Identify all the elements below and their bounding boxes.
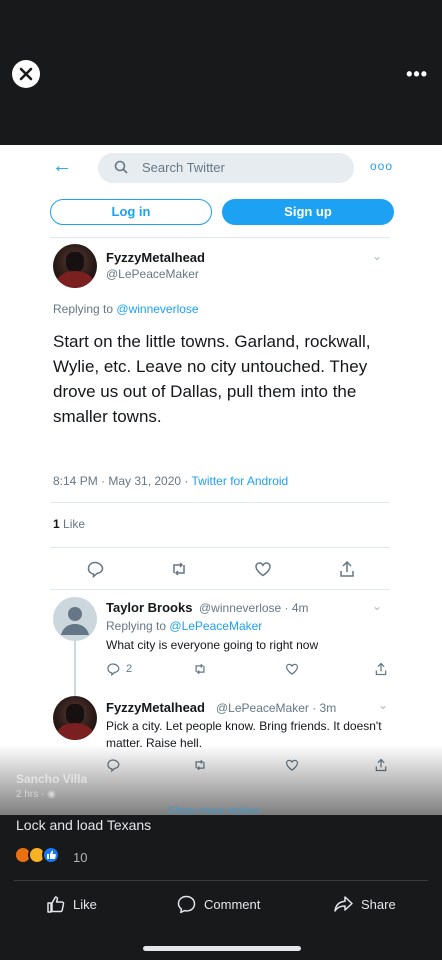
divider (50, 589, 390, 590)
search-bar: Search Twitter (98, 153, 354, 183)
retweet-icon (195, 663, 205, 675)
heart-icon (255, 562, 271, 577)
like-reaction-icon (42, 846, 60, 864)
share-label: Share (361, 896, 396, 912)
reply-icon (107, 663, 120, 676)
replying-prefix: Replying to (106, 619, 167, 633)
reply-author-name: FyzzyMetalhead (106, 700, 205, 715)
heart-icon (285, 663, 299, 675)
likes-label: Like (63, 517, 86, 531)
reply-text: What city is everyone going to right now (106, 638, 319, 652)
chevron-down-icon: ⌄ (372, 249, 383, 263)
post-caption: Lock and load Texans (16, 817, 152, 833)
tweet-source: Twitter for Android (191, 474, 289, 488)
twitter-header: ← Search Twitter ooo (0, 153, 442, 183)
avatar (53, 244, 97, 288)
post-author-name: Sancho Villa (16, 772, 88, 786)
share-icon (340, 560, 354, 577)
replying-prefix: Replying to (53, 302, 114, 316)
thumbs-up-icon (47, 850, 56, 859)
tweet-author-handle: @LePeaceMaker (106, 267, 199, 281)
replying-handle: @LePeaceMaker (169, 619, 263, 633)
reply-icon (87, 561, 104, 578)
share-button[interactable]: Share (333, 893, 396, 915)
tweet-time: 8:14 PM · May 31, 2020 · (53, 474, 192, 488)
twitter-more-icon: ooo (370, 159, 394, 173)
post-time: 2 hrs · (16, 789, 48, 800)
comment-icon (177, 895, 196, 913)
post-timestamp: 2 hrs · ◉ (16, 789, 56, 800)
search-icon (114, 160, 128, 174)
tweet-meta: 8:14 PM · May 31, 2020 · Twitter for And… (53, 474, 288, 488)
reply-author-name: Taylor Brooks (106, 600, 193, 615)
likes-summary: 1 Like (53, 517, 85, 531)
login-button: Log in (50, 199, 212, 225)
divider (50, 237, 390, 238)
chevron-down-icon: ⌄ (378, 698, 389, 712)
reply-count: 2 (126, 663, 133, 675)
search-placeholder: Search Twitter (142, 160, 225, 175)
home-indicator[interactable] (143, 946, 301, 951)
chevron-down-icon: ⌄ (372, 599, 383, 613)
share-arrow-icon (334, 896, 353, 912)
globe-icon: ◉ (47, 789, 56, 800)
close-icon (19, 67, 33, 81)
thumbs-up-icon (47, 896, 65, 913)
photo-viewer-topbar: ••• (0, 0, 442, 145)
signup-button: Sign up (222, 199, 394, 225)
replying-to: Replying to @winneverlose (53, 302, 199, 316)
divider (50, 547, 390, 548)
comment-button[interactable]: Comment (176, 893, 260, 915)
default-avatar (53, 597, 97, 641)
more-options-button[interactable]: ••• (406, 64, 428, 85)
reply-author-handle-time: @LePeaceMaker · 3m (216, 701, 337, 715)
replying-handle: @winneverlose (116, 302, 199, 316)
tweet-text: Start on the little towns. Garland, rock… (53, 332, 371, 426)
default-avatar-icon (61, 607, 89, 635)
like-label: Like (73, 896, 97, 912)
tweet-author-name: FyzzyMetalhead (106, 250, 205, 265)
like-button[interactable]: Like (46, 893, 97, 915)
show-more-replies: Show more replies (168, 805, 260, 815)
tweet-screenshot: ← Search Twitter ooo Log in Sign up Fyzz… (0, 145, 442, 815)
reaction-count[interactable]: 10 (73, 850, 87, 865)
avatar (53, 696, 97, 740)
reply-author-handle-time: @winneverlose · 4m (199, 601, 309, 615)
thread-line (74, 638, 76, 700)
likes-count: 1 (53, 517, 60, 531)
reply-replying-to: Replying to @LePeaceMaker (106, 619, 262, 633)
divider (14, 880, 428, 881)
back-arrow-icon: ← (52, 155, 72, 177)
divider (50, 502, 390, 503)
close-button[interactable] (12, 60, 40, 88)
share-icon (375, 662, 387, 676)
retweet-icon (173, 562, 185, 576)
comment-label: Comment (204, 896, 261, 912)
